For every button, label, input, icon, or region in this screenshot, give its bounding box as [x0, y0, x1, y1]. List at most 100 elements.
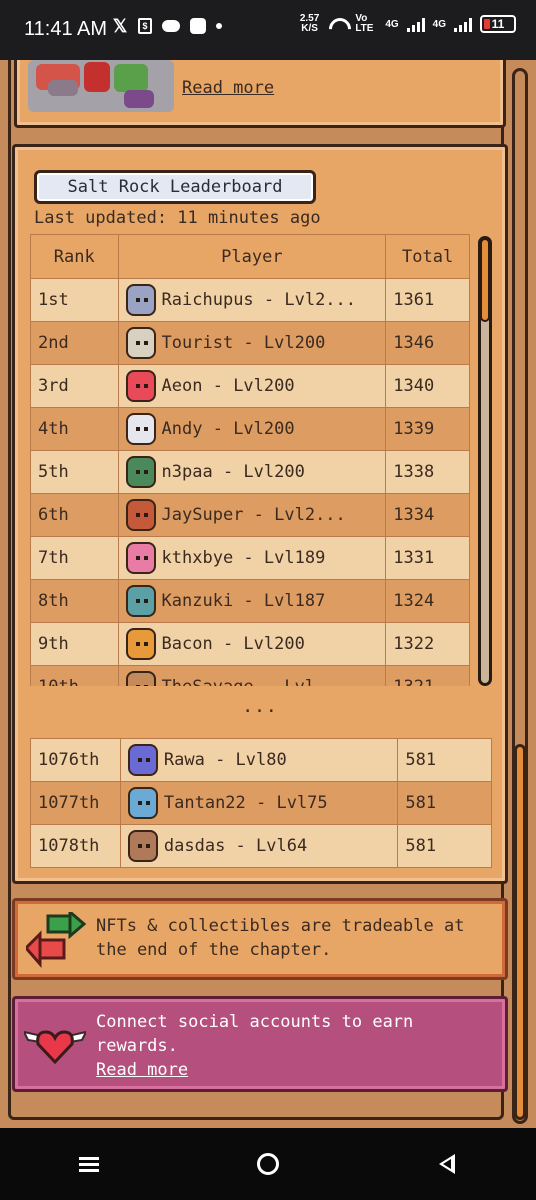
battery-level: 11	[491, 17, 505, 31]
x-app-icon: 𝕏	[112, 15, 128, 36]
back-button[interactable]	[427, 1144, 467, 1184]
rank-cell: 1st	[30, 278, 119, 322]
battery-icon: 11	[480, 15, 516, 33]
app-viewport[interactable]: Read more Salt Rock Leaderboard Last upd…	[0, 60, 536, 1128]
player-cell: Aeon - Lvl200	[117, 364, 387, 408]
table-row[interactable]: 1078th dasdas - Lvl64 581	[30, 824, 492, 868]
player-name: Aeon - Lvl200	[161, 376, 295, 396]
total-cell: 1346	[385, 321, 470, 365]
table-row[interactable]: 5th n3paa - Lvl200 1338	[30, 450, 470, 494]
player-avatar	[125, 284, 156, 316]
player-cell: Tourist - Lvl200	[117, 321, 387, 365]
total-cell: 581	[397, 824, 492, 868]
rank-cell: 1076th	[30, 738, 121, 782]
player-avatar	[127, 787, 158, 819]
page-scrollbar-thumb[interactable]	[514, 744, 526, 1120]
net-speed: 2.57 K/S	[300, 14, 319, 34]
player-name: Tourist - Lvl200	[161, 333, 326, 353]
network-1-label: 4G	[385, 18, 399, 30]
player-avatar	[125, 499, 156, 531]
player-name: n3paa - Lvl200	[161, 462, 305, 482]
network-2-label: 4G	[432, 18, 446, 30]
player-avatar	[125, 413, 156, 445]
net-speed-unit: K/S	[301, 23, 318, 34]
table-row[interactable]: 1077th Tantan22 - Lvl75 581	[30, 781, 492, 825]
table-row[interactable]: 4th Andy - Lvl200 1339	[30, 407, 470, 451]
table-row[interactable]: 6th JaySuper - Lvl2... 1334	[30, 493, 470, 537]
social-rewards-text-block: Connect social accounts to earn rewards.…	[96, 1010, 496, 1082]
winged-heart-icon	[24, 1030, 86, 1065]
back-triangle-icon	[438, 1154, 455, 1174]
leaderboard-last-updated: Last updated: 11 minutes ago	[34, 208, 321, 228]
player-cell: kthxbye - Lvl189	[117, 536, 387, 580]
player-cell: Tantan22 - Lvl75	[119, 781, 399, 825]
total-cell: 1361	[385, 278, 470, 322]
player-name: Rawa - Lvl80	[163, 750, 287, 770]
rank-cell: 1078th	[30, 824, 121, 868]
player-name: Andy - Lvl200	[161, 419, 295, 439]
leaderboard-gap-ellipsis: ...	[242, 696, 278, 717]
total-cell: 1322	[385, 622, 470, 666]
table-row[interactable]: 7th kthxbye - Lvl189 1331	[30, 536, 470, 580]
player-cell: dasdas - Lvl64	[119, 824, 399, 868]
volte-label: Vo LTE	[355, 13, 374, 34]
player-name: TheSavage - Lvl...	[162, 677, 346, 686]
table-row[interactable]: 9th Bacon - Lvl200 1322	[30, 622, 470, 666]
table-header-row: Rank Player Total	[30, 234, 470, 279]
leaderboard-title: Salt Rock Leaderboard	[34, 170, 316, 204]
trade-notice-text: NFTs & collectibles are tradeable at the…	[96, 916, 465, 960]
recent-apps-button[interactable]	[69, 1144, 109, 1184]
leaderboard-table-scroll[interactable]: Rank Player Total 1st Raichupus - Lvl2...…	[30, 234, 470, 686]
rank-cell: 9th	[30, 622, 119, 666]
player-cell: Kanzuki - Lvl187	[117, 579, 387, 623]
player-avatar	[125, 542, 156, 574]
shop-bag-icon: $	[138, 18, 152, 34]
social-rewards-text: Connect social accounts to earn rewards.	[96, 1012, 414, 1056]
player-avatar	[125, 456, 156, 488]
system-nav-bar	[0, 1128, 536, 1200]
player-avatar	[125, 585, 156, 617]
rank-cell: 6th	[30, 493, 119, 537]
player-avatar	[127, 830, 158, 862]
player-name: Tantan22 - Lvl75	[163, 793, 328, 813]
news-read-more-link[interactable]: Read more	[182, 78, 274, 98]
player-name: Bacon - Lvl200	[161, 634, 305, 654]
rank-cell: 10th	[30, 665, 119, 686]
leaderboard-table: Rank Player Total 1st Raichupus - Lvl2...…	[30, 234, 470, 686]
rank-cell: 7th	[30, 536, 119, 580]
signal-1-icon	[406, 16, 425, 32]
rank-cell: 4th	[30, 407, 119, 451]
app-notification-icon	[190, 18, 206, 34]
table-row[interactable]: 1076th Rawa - Lvl80 581	[30, 738, 492, 782]
table-row[interactable]: 1st Raichupus - Lvl2... 1361	[30, 278, 470, 322]
table-row[interactable]: 3rd Aeon - Lvl200 1340	[30, 364, 470, 408]
rank-cell: 8th	[30, 579, 119, 623]
news-card-image	[28, 60, 174, 112]
table-scrollbar-thumb[interactable]	[480, 238, 490, 322]
player-avatar	[125, 671, 156, 686]
player-name: kthxbye - Lvl189	[161, 548, 326, 568]
status-bar: 11:41 AM 𝕏 $ 2.57 K/S Vo LTE 4G 4G 11	[0, 0, 536, 60]
rank-cell: 1077th	[30, 781, 121, 825]
player-name: Kanzuki - Lvl187	[161, 591, 326, 611]
menu-icon	[79, 1154, 100, 1175]
own-rank-table: 1076th Rawa - Lvl80 581 1077th Tantan22 - Lv…	[30, 738, 492, 868]
total-cell: 1340	[385, 364, 470, 408]
table-row[interactable]: 10th TheSavage - Lvl... 1321	[30, 665, 470, 686]
table-row[interactable]: 8th Kanzuki - Lvl187 1324	[30, 579, 470, 623]
signal-2-icon	[454, 16, 472, 32]
home-circle-icon	[256, 1153, 279, 1175]
total-cell: 1331	[385, 536, 470, 580]
own-rank-table-wrap: 1076th Rawa - Lvl80 581 1077th Tantan22 - Lv…	[30, 738, 492, 868]
player-avatar	[127, 744, 158, 776]
wifi-icon	[327, 16, 347, 32]
column-header-rank: Rank	[30, 234, 119, 279]
total-cell: 1339	[385, 407, 470, 451]
status-indicators: 2.57 K/S Vo LTE 4G 4G 11	[300, 14, 516, 34]
player-cell: TheSavage - Lvl...	[117, 665, 387, 686]
chat-bubble-icon	[162, 20, 180, 32]
column-header-player: Player	[117, 234, 387, 279]
table-row[interactable]: 2nd Tourist - Lvl200 1346	[30, 321, 470, 365]
home-button[interactable]	[248, 1144, 288, 1184]
social-read-more-link[interactable]: Read more	[96, 1058, 496, 1082]
